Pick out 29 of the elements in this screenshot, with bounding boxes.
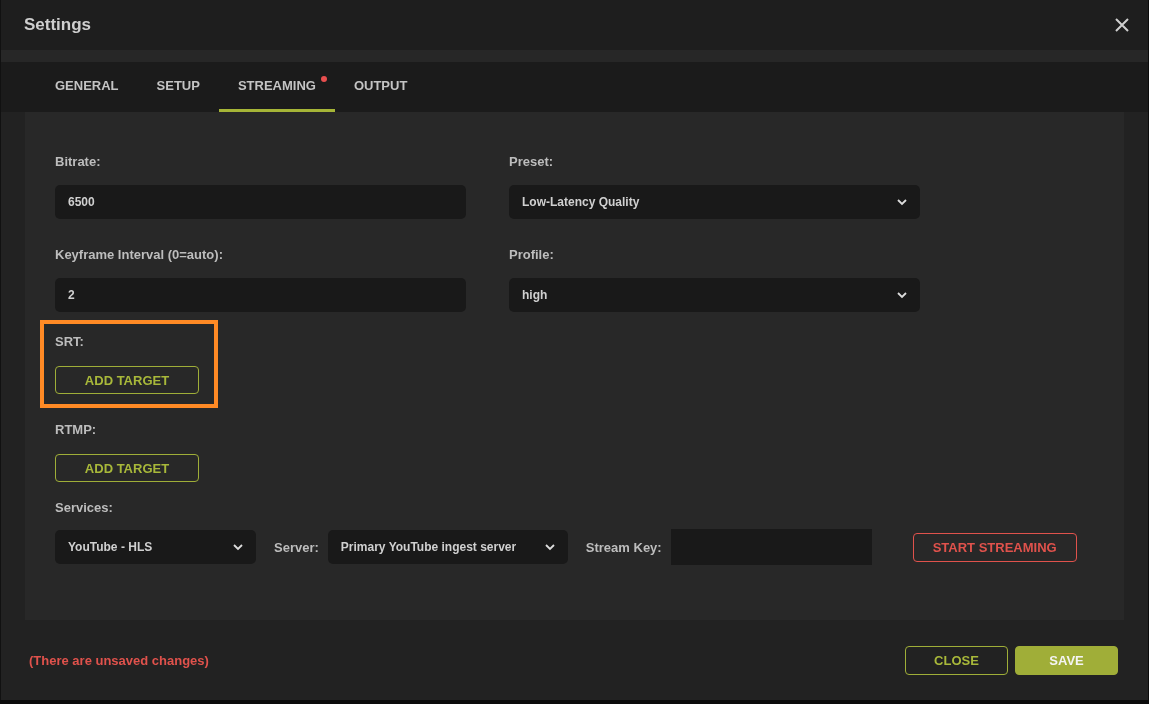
input-field[interactable]: 2 <box>55 278 466 312</box>
field-label: Stream Key: <box>585 539 662 555</box>
tab[interactable]: OUTPUT <box>334 62 427 112</box>
start-streaming-button[interactable]: START STREAMING <box>912 532 1077 562</box>
chevron-icon <box>897 198 907 206</box>
add-target-button[interactable]: ADD TARGET <box>55 366 199 394</box>
section-label: Services: <box>55 500 114 515</box>
chevron-icon <box>233 543 243 551</box>
footer-button[interactable]: CLOSE <box>905 645 1008 675</box>
window-title: Settings <box>24 15 92 35</box>
field-label: Keyframe Interval (0=auto): <box>55 247 224 262</box>
dropdown[interactable]: Low-Latency Quality <box>509 185 920 219</box>
tab[interactable]: SETUP <box>137 62 219 112</box>
chevron-icon <box>897 291 907 299</box>
warning-text: (There are unsaved changes) <box>29 652 209 668</box>
tab[interactable]: GENERAL <box>36 62 138 112</box>
input-field[interactable]: 6500 <box>55 185 466 219</box>
section-label: RTMP: <box>55 422 97 437</box>
field-label: Bitrate: <box>55 154 102 169</box>
add-target-button[interactable]: ADD TARGET <box>55 454 199 482</box>
field-label: Preset: <box>509 154 555 169</box>
chevron-icon <box>544 543 555 551</box>
dropdown[interactable]: Primary YouTube ingest server <box>327 530 568 564</box>
dropdown[interactable]: high <box>509 278 920 312</box>
close-icon[interactable] <box>1114 17 1130 33</box>
dropdown[interactable]: YouTube - HLS <box>55 530 256 564</box>
field-label: Profile: <box>509 247 555 262</box>
section-label: SRT: <box>55 334 84 349</box>
field-label: Server: <box>274 539 319 555</box>
